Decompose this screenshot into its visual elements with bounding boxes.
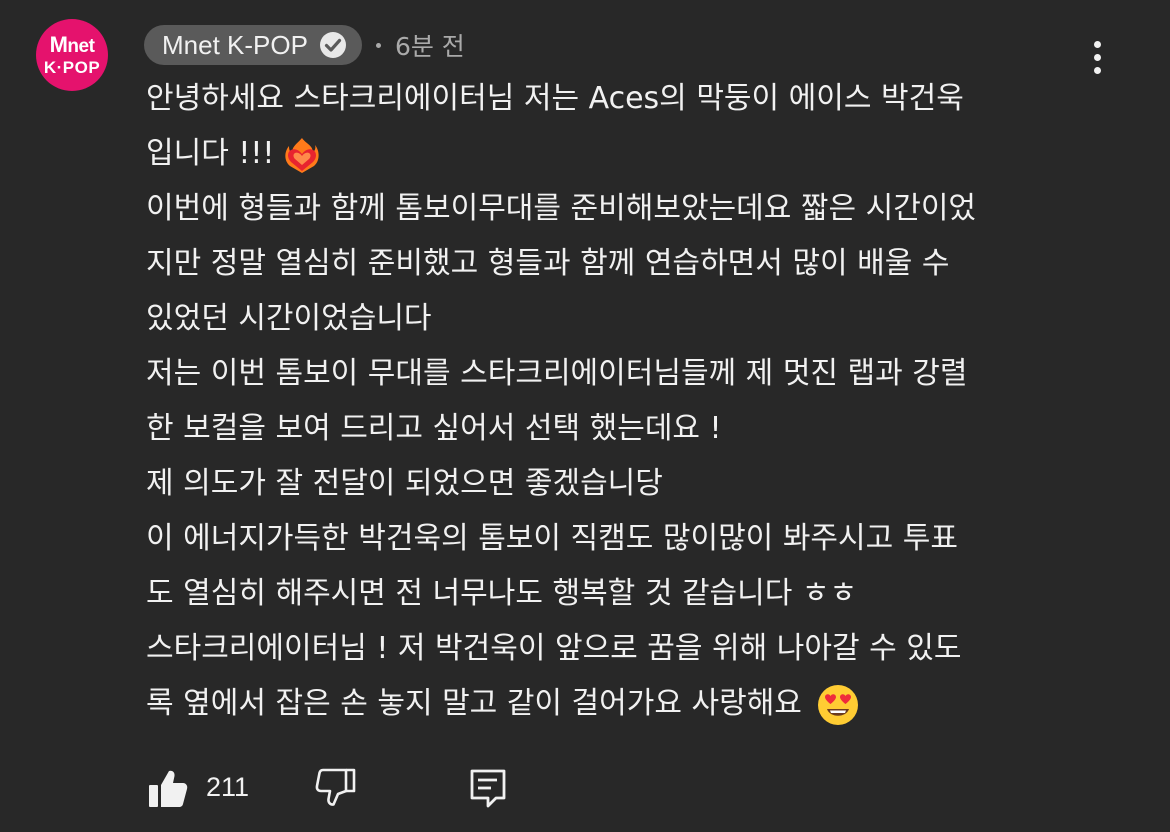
heart-on-fire-icon	[285, 137, 320, 173]
verified-check-icon	[319, 32, 346, 58]
comment-line: 록 옆에서 잡은 손 놓지 말고 같이 걸어가요 사랑해요	[146, 676, 1136, 731]
comment-line: 입니다 !!!	[146, 126, 1136, 181]
author-badge[interactable]: Mnet K-POP	[144, 25, 362, 65]
author-name: Mnet K-POP	[162, 29, 308, 60]
comment-body: 안녕하세요 스타크리에이터님 저는 Aces의 막둥이 에이스 박건욱 입니다 …	[146, 71, 1136, 731]
comment-timestamp[interactable]: 6분 전	[395, 27, 465, 63]
reply-icon[interactable]	[466, 766, 510, 810]
comment-line: 있었던 시간이었습니다	[146, 301, 432, 336]
comment-line: 이 에너지가득한 박건욱의 톰보이 직캠도 많이많이 봐주시고 투표	[146, 521, 958, 556]
comment-line: 이번에 형들과 함께 톰보이무대를 준비해보았는데요 짧은 시간이었	[146, 191, 977, 226]
separator-dot	[375, 42, 381, 48]
comment-line: 저는 이번 톰보이 무대를 스타크리에이터님들께 제 멋진 랩과 강렬	[146, 356, 968, 391]
comment-line: 안녕하세요 스타크리에이터님 저는 Aces의 막둥이 에이스 박건욱	[146, 81, 964, 116]
avatar-logo-line2: K·POP	[43, 58, 101, 77]
heart-eyes-icon	[817, 684, 858, 725]
comment-line: 스타크리에이터님 ! 저 박건욱이 앞으로 꿈을 위해 나아갈 수 있도	[146, 631, 962, 666]
comment-header: Mnet K-POP 6분 전	[144, 23, 465, 67]
thumbs-up-icon[interactable]	[146, 766, 190, 810]
comment-line: 한 보컬을 보여 드리고 싶어서 선택 했는데요 !	[146, 411, 722, 446]
like-count: 211	[206, 772, 250, 802]
comment-actions: 211	[146, 764, 566, 812]
comment-line: 도 열심히 해주시면 전 너무나도 행복할 것 같습니다 ㅎㅎ	[146, 576, 858, 611]
channel-avatar[interactable]: Mnet K·POP	[36, 19, 108, 91]
comment-line: 지만 정말 열심히 준비했고 형들과 함께 연습하면서 많이 배울 수	[146, 246, 950, 281]
avatar-logo-line1: Mnet	[49, 32, 95, 57]
comment-line: 제 의도가 잘 전달이 되었으면 좋겠습니당	[146, 466, 663, 501]
thumbs-down-icon[interactable]	[314, 766, 358, 810]
